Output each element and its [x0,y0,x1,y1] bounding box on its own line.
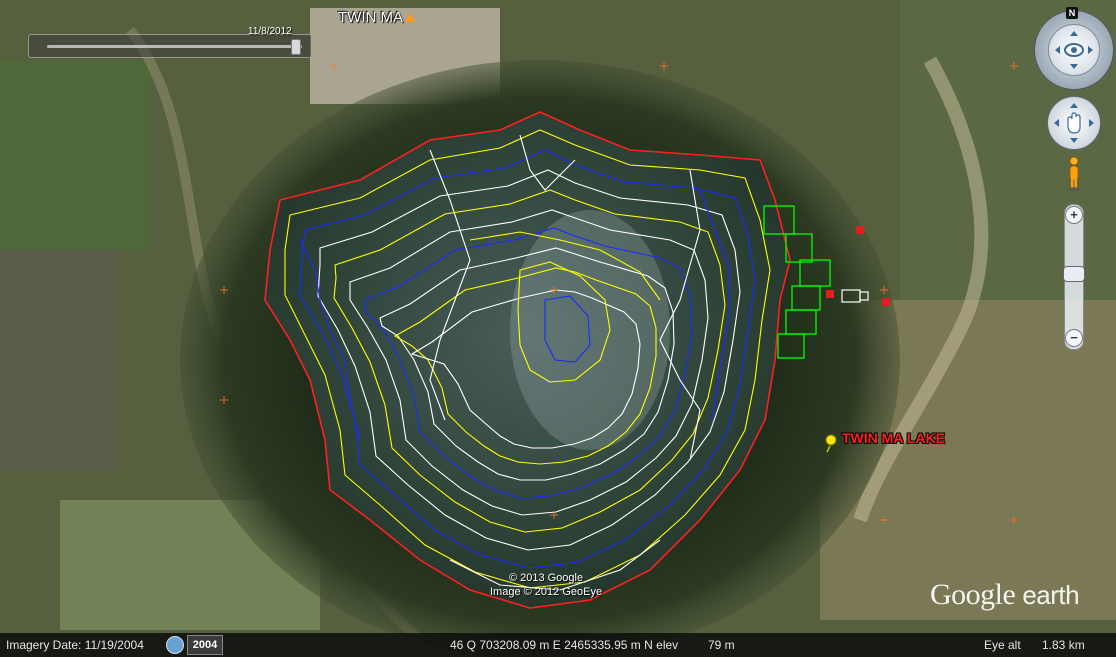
logo-earth: earth [1022,580,1080,610]
attribution-google: © 2013 Google [508,572,584,584]
time-slider[interactable] [28,34,312,58]
pan-control-icon[interactable] [1047,96,1101,150]
attribution-imagery: Image © 2012 GeoEye [490,586,603,598]
status-bar: Imagery Date: 11/19/2004 2004 46 Q 70320… [0,633,1116,657]
zoom-out-button[interactable]: − [1065,329,1083,347]
time-slider-track[interactable] [47,45,302,48]
satellite-map[interactable] [0,0,1116,657]
historical-imagery-icon[interactable] [166,636,184,654]
pegman-icon[interactable] [1066,156,1082,192]
eye-icon [1055,31,1093,69]
compass-icon[interactable] [1034,10,1114,90]
placemark-top-text: TWIN MA [338,9,403,26]
coordinates-readout: 46 Q 703208.09 m E 2465335.95 m N elev [450,638,679,652]
zoom-in-button[interactable]: + [1065,206,1083,224]
hand-icon [1054,103,1094,143]
time-slider-handle[interactable] [291,39,301,55]
placemark-icon [405,13,415,22]
placemark-label-lake[interactable]: TWIN MA LAKE [842,430,945,446]
time-slider-date: 11/8/2012 [248,26,292,37]
north-indicator[interactable]: N [1066,7,1078,19]
google-earth-logo: Google earth [930,578,1080,612]
placemark-label-top[interactable]: TWIN MA [338,9,415,26]
historical-year-button[interactable]: 2004 [187,635,223,655]
red-marker [882,298,890,306]
eye-alt-value: 1.83 km [1042,638,1085,652]
red-marker [856,226,864,234]
zoom-slider-thumb[interactable] [1063,266,1085,282]
imagery-date: Imagery Date: 11/19/2004 [6,638,144,652]
attribution: © 2013 Google Image © 2012 GeoEye [490,571,602,599]
look-control[interactable] [1048,24,1100,76]
eye-alt-label: Eye alt [984,638,1021,652]
logo-google: Google [930,578,1016,611]
elevation-readout: 79 m [708,638,735,652]
red-marker [826,290,834,298]
